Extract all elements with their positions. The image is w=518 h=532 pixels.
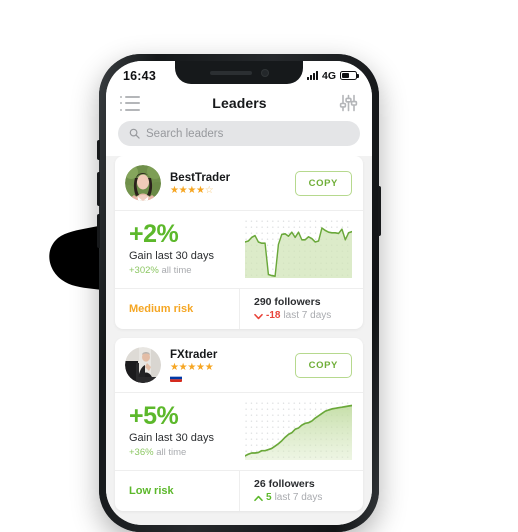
sparkline-chart bbox=[245, 220, 352, 278]
star-icon: ★ bbox=[178, 184, 188, 196]
gain-value: +2% bbox=[129, 220, 179, 248]
list-item[interactable]: FXtrader ★ ★ ★ ★ ★ COPY +5% Gain last 30… bbox=[115, 338, 363, 511]
chevron-down-icon bbox=[254, 313, 263, 319]
leaders-list[interactable]: BestTrader ★ ★ ★ ★ ☆ COPY +2% Gain last … bbox=[106, 156, 372, 525]
leader-header: BestTrader ★ ★ ★ ★ ☆ COPY bbox=[115, 156, 363, 210]
phone-screen: 16:43 4G Leaders Search leaders BestTrad… bbox=[106, 61, 372, 525]
delta-suffix: last 7 days bbox=[283, 310, 332, 321]
gain-label: Gain last 30 days bbox=[129, 250, 214, 262]
volume-down-button[interactable] bbox=[97, 214, 100, 248]
risk-badge: Low risk bbox=[129, 485, 174, 497]
list-menu-icon[interactable] bbox=[120, 95, 140, 111]
rating-stars: ★ ★ ★ ★ ☆ bbox=[170, 184, 286, 196]
power-button[interactable] bbox=[378, 186, 381, 236]
rating-stars: ★ ★ ★ ★ ★ bbox=[170, 363, 286, 373]
star-icon: ★ bbox=[170, 184, 179, 196]
gain-label: Gain last 30 days bbox=[129, 432, 214, 444]
all-time-suffix: all time bbox=[156, 447, 187, 458]
status-indicators: 4G bbox=[306, 69, 359, 82]
star-icon: ★ bbox=[196, 362, 205, 373]
signal-bars-icon bbox=[306, 71, 318, 80]
leader-info: FXtrader ★ ★ ★ ★ ★ bbox=[170, 348, 286, 382]
notch bbox=[175, 61, 303, 84]
avatar bbox=[125, 165, 161, 201]
copy-button[interactable]: COPY bbox=[294, 170, 352, 196]
search-input[interactable]: Search leaders bbox=[118, 121, 360, 146]
status-time: 16:43 bbox=[123, 68, 156, 83]
gain-value: +5% bbox=[129, 402, 179, 430]
leader-name: FXtrader bbox=[170, 349, 218, 361]
risk-badge: Medium risk bbox=[129, 303, 194, 315]
phone-device: 16:43 4G Leaders Search leaders BestTrad… bbox=[97, 54, 381, 532]
copy-button[interactable]: COPY bbox=[294, 352, 352, 378]
front-camera-icon bbox=[260, 68, 269, 77]
mute-switch[interactable] bbox=[97, 140, 100, 160]
all-time-amount: +36% bbox=[129, 447, 154, 458]
star-icon: ★ bbox=[196, 184, 205, 196]
search-placeholder: Search leaders bbox=[146, 127, 224, 140]
all-time-amount: +302% bbox=[129, 265, 159, 276]
performance-section: +2% Gain last 30 days +302% all time bbox=[115, 210, 363, 288]
page-title: Leaders bbox=[212, 95, 267, 111]
followers-count: 26 followers bbox=[254, 478, 315, 490]
followers-delta: 5 last 7 days bbox=[254, 491, 363, 505]
star-icon: ★ bbox=[187, 184, 197, 196]
gain-block: +2% Gain last 30 days +302% all time bbox=[129, 220, 237, 278]
star-icon: ★ bbox=[204, 362, 214, 373]
earpiece-speaker bbox=[209, 70, 252, 75]
star-icon: ★ bbox=[178, 362, 188, 373]
sliders-filter-icon[interactable] bbox=[339, 94, 358, 112]
sparkline-chart bbox=[245, 402, 352, 460]
stats-section: Medium risk 290 followers -18 last 7 day… bbox=[115, 288, 363, 329]
battery-icon bbox=[340, 71, 359, 80]
chevron-up-icon bbox=[254, 495, 263, 501]
list-item[interactable]: BestTrader ★ ★ ★ ★ ☆ COPY +2% Gain last … bbox=[115, 156, 363, 329]
star-outline-icon: ☆ bbox=[204, 184, 214, 196]
search-icon bbox=[129, 128, 140, 139]
star-icon: ★ bbox=[187, 362, 197, 373]
followers-count: 290 followers bbox=[254, 296, 321, 308]
performance-section: +5% Gain last 30 days +36% all time bbox=[115, 392, 363, 470]
followers-delta: -18 last 7 days bbox=[254, 309, 363, 323]
leader-header: FXtrader ★ ★ ★ ★ ★ COPY bbox=[115, 338, 363, 392]
delta-amount: 5 bbox=[266, 492, 272, 503]
battery-fill bbox=[342, 73, 349, 78]
all-time-gain: +302% all time bbox=[129, 264, 237, 278]
avatar bbox=[125, 347, 161, 383]
followers-block: 26 followers 5 last 7 days bbox=[239, 471, 363, 511]
search-section: Search leaders bbox=[106, 119, 372, 156]
all-time-gain: +36% all time bbox=[129, 446, 237, 460]
app-header: Leaders bbox=[106, 87, 372, 119]
delta-amount: -18 bbox=[266, 310, 281, 321]
volume-up-button[interactable] bbox=[97, 172, 100, 206]
stats-section: Low risk 26 followers 5 last 7 days bbox=[115, 470, 363, 511]
leader-name: BestTrader bbox=[170, 171, 231, 184]
gain-block: +5% Gain last 30 days +36% all time bbox=[129, 402, 237, 460]
russia-flag-icon bbox=[170, 374, 182, 382]
network-type-label: 4G bbox=[321, 69, 336, 82]
delta-suffix: last 7 days bbox=[274, 492, 323, 503]
followers-block: 290 followers -18 last 7 days bbox=[239, 289, 363, 329]
star-icon: ★ bbox=[170, 362, 179, 373]
leader-info: BestTrader ★ ★ ★ ★ ☆ bbox=[170, 171, 286, 196]
all-time-suffix: all time bbox=[161, 265, 192, 276]
